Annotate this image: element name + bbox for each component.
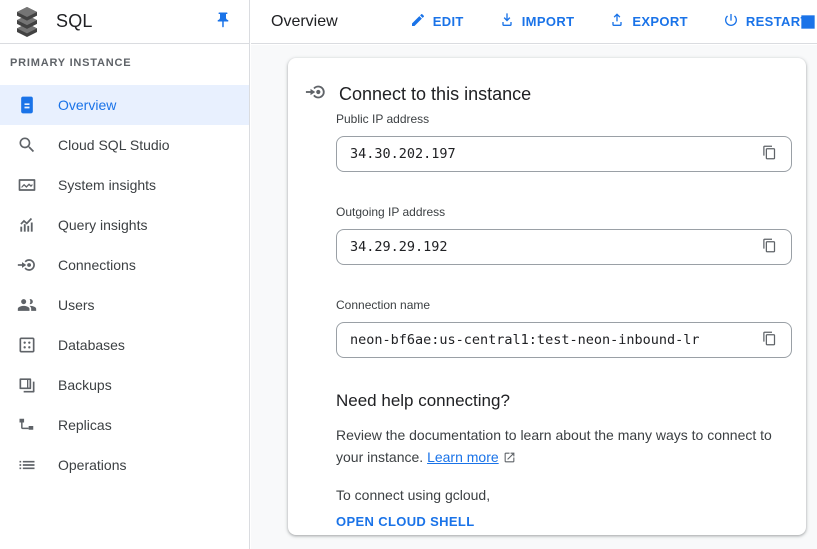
public-ip-value-box: 34.30.202.197 <box>336 136 792 172</box>
sidebar-item-label: Overview <box>58 97 116 113</box>
system-insights-icon <box>17 175 37 195</box>
pin-icon <box>214 11 232 32</box>
edit-button-label: EDIT <box>433 14 464 29</box>
sidebar-nav: Overview Cloud SQL Studio System insight… <box>0 85 249 485</box>
topbar-actions: EDIT IMPORT EXPORT <box>410 12 809 31</box>
copy-public-ip-button[interactable] <box>755 140 783 168</box>
outgoing-ip-value-box: 34.29.29.192 <box>336 229 792 265</box>
cloud-sql-logo-icon <box>12 6 42 38</box>
export-button-label: EXPORT <box>632 14 688 29</box>
field-public-ip: Public IP address 34.30.202.197 <box>336 112 792 172</box>
sidebar-item-databases[interactable]: Databases <box>0 325 249 365</box>
help-title: Need help connecting? <box>336 391 792 411</box>
copy-icon <box>762 238 777 256</box>
sidebar-item-cloud-sql-studio[interactable]: Cloud SQL Studio <box>0 125 249 165</box>
restart-power-icon <box>723 12 739 31</box>
field-label: Public IP address <box>336 112 792 126</box>
replicas-icon <box>17 415 37 435</box>
sidebar: SQL PRIMARY INSTANCE Overview <box>0 0 250 549</box>
connections-icon <box>17 255 37 275</box>
copy-outgoing-ip-button[interactable] <box>755 233 783 261</box>
main-content: Connect to this instance Public IP addre… <box>251 45 817 549</box>
query-insights-icon <box>17 215 37 235</box>
sidebar-item-label: Users <box>58 297 95 313</box>
sidebar-header: SQL <box>0 0 249 44</box>
connect-card: Connect to this instance Public IP addre… <box>288 58 806 535</box>
page-title: Overview <box>271 13 338 31</box>
import-download-icon <box>499 12 515 31</box>
stop-square-icon <box>800 14 816 30</box>
backups-icon <box>17 375 37 395</box>
copy-icon <box>762 331 777 349</box>
search-icon <box>17 135 37 155</box>
operations-icon <box>17 455 37 475</box>
copy-connection-name-button[interactable] <box>755 326 783 354</box>
card-title: Connect to this instance <box>339 84 531 105</box>
restart-button[interactable]: RESTART <box>723 12 809 31</box>
section-label: PRIMARY INSTANCE <box>10 57 249 69</box>
sidebar-item-label: Replicas <box>58 417 112 433</box>
sidebar-item-label: Operations <box>58 457 126 473</box>
import-button-label: IMPORT <box>522 14 575 29</box>
users-icon <box>17 295 37 315</box>
help-body-text: Review the documentation to learn about … <box>336 427 772 465</box>
sidebar-item-system-insights[interactable]: System insights <box>0 165 249 205</box>
sidebar-item-label: System insights <box>58 177 156 193</box>
export-upload-icon <box>609 12 625 31</box>
export-button[interactable]: EXPORT <box>609 12 688 31</box>
gcloud-text: To connect using gcloud, <box>336 484 792 506</box>
connection-name-value-box: neon-bf6ae:us-central1:test-neon-inbound… <box>336 322 792 358</box>
public-ip-value: 34.30.202.197 <box>350 146 456 162</box>
sidebar-item-label: Databases <box>58 337 125 353</box>
pin-button[interactable] <box>211 10 235 34</box>
outgoing-ip-value: 34.29.29.192 <box>350 239 448 255</box>
field-outgoing-ip: Outgoing IP address 34.29.29.192 <box>336 205 792 265</box>
field-connection-name: Connection name neon-bf6ae:us-central1:t… <box>336 298 792 358</box>
edit-pencil-icon <box>410 12 426 31</box>
learn-more-link[interactable]: Learn more <box>427 449 499 465</box>
stop-button[interactable] <box>800 14 816 30</box>
sidebar-item-label: Cloud SQL Studio <box>58 137 170 153</box>
sidebar-item-connections[interactable]: Connections <box>0 245 249 285</box>
product-title: SQL <box>56 11 93 32</box>
field-label: Connection name <box>336 298 792 312</box>
external-link-icon <box>503 448 516 470</box>
sidebar-item-label: Connections <box>58 257 136 273</box>
document-icon <box>17 95 37 115</box>
sidebar-item-replicas[interactable]: Replicas <box>0 405 249 445</box>
sidebar-item-users[interactable]: Users <box>0 285 249 325</box>
open-cloud-shell-button[interactable]: OPEN CLOUD SHELL <box>336 514 475 529</box>
sidebar-item-query-insights[interactable]: Query insights <box>0 205 249 245</box>
connection-name-value: neon-bf6ae:us-central1:test-neon-inbound… <box>350 332 700 348</box>
edit-button[interactable]: EDIT <box>410 12 464 31</box>
sidebar-item-label: Query insights <box>58 217 147 233</box>
import-button[interactable]: IMPORT <box>499 12 575 31</box>
field-label: Outgoing IP address <box>336 205 792 219</box>
sidebar-item-backups[interactable]: Backups <box>0 365 249 405</box>
connect-card-header: Connect to this instance <box>288 58 806 108</box>
sidebar-item-label: Backups <box>58 377 112 393</box>
connect-icon <box>305 81 327 108</box>
databases-icon <box>17 335 37 355</box>
help-paragraph: Review the documentation to learn about … <box>336 424 792 470</box>
sidebar-item-overview[interactable]: Overview <box>0 85 249 125</box>
topbar: Overview EDIT IMPORT <box>251 0 817 44</box>
copy-icon <box>762 145 777 163</box>
card-body: Public IP address 34.30.202.197 Outgoing… <box>288 108 806 531</box>
sidebar-item-operations[interactable]: Operations <box>0 445 249 485</box>
